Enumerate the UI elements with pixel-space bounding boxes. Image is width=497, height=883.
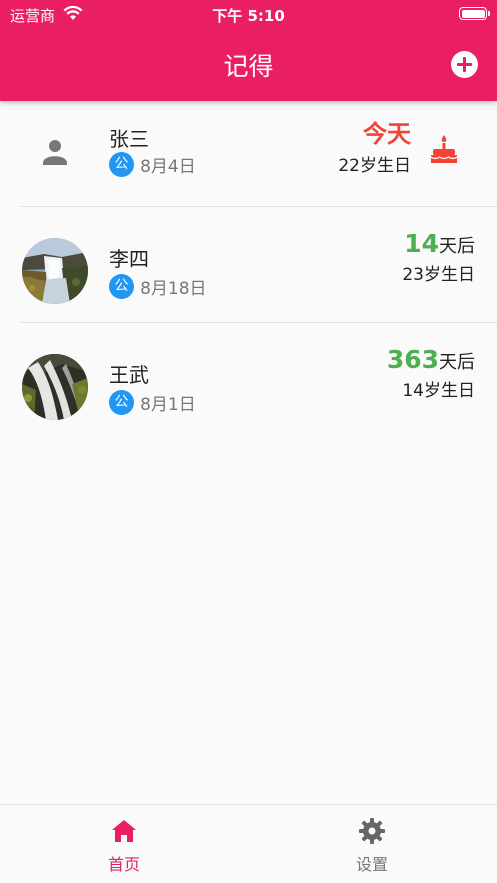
age-label: 14岁生日 <box>402 381 475 401</box>
cake-icon <box>430 135 458 163</box>
bottom-navigation: 首页 设置 <box>0 804 497 883</box>
age-label: 23岁生日 <box>402 265 475 285</box>
date-text: 8月18日 <box>140 279 207 299</box>
birthday-date: 公 8月18日 <box>109 274 207 300</box>
countdown: 363天后 14岁生日 <box>387 345 475 401</box>
calendar-badge: 公 <box>109 274 134 299</box>
contact-name: 张三 <box>109 127 149 151</box>
page-title: 记得 <box>223 52 274 81</box>
days-suffix: 天后 <box>439 236 475 257</box>
tab-home[interactable]: 首页 <box>0 805 248 883</box>
avatar <box>22 354 88 420</box>
birthday-date: 公 8月4日 <box>109 152 196 178</box>
status-time: 下午 5:10 <box>212 7 285 25</box>
tab-home-label: 首页 <box>107 855 140 874</box>
days-count: 363 <box>386 345 439 374</box>
days-count: 14 <box>404 229 439 258</box>
list-item[interactable]: 李四 公 8月18日 14天后 23岁生日 <box>0 207 497 323</box>
date-text: 8月1日 <box>140 395 196 415</box>
date-text: 8月4日 <box>140 157 196 177</box>
days-suffix: 天后 <box>439 352 475 373</box>
contact-list: 张三 公 8月4日 今天 22岁生日 李四 公 8月18日 14天后 23岁生日… <box>0 101 497 439</box>
gear-icon <box>359 818 385 844</box>
countdown: 14天后 23岁生日 <box>402 229 475 285</box>
tab-settings-label: 设置 <box>355 855 388 874</box>
app-bar: 运营商 下午 5:10 记得 <box>0 0 497 101</box>
contact-name: 李四 <box>109 247 149 271</box>
person-icon <box>22 119 88 185</box>
status-bar: 运营商 下午 5:10 <box>0 0 497 30</box>
age-label: 22岁生日 <box>338 156 411 176</box>
countdown: 今天 22岁生日 <box>338 114 411 176</box>
home-icon <box>112 820 136 842</box>
birthday-date: 公 8月1日 <box>109 390 196 416</box>
list-item[interactable]: 张三 公 8月4日 今天 22岁生日 <box>0 101 497 207</box>
list-item[interactable]: 王武 公 8月1日 363天后 14岁生日 <box>0 323 497 439</box>
tab-settings[interactable]: 设置 <box>248 805 496 883</box>
add-button[interactable] <box>451 51 478 78</box>
calendar-badge: 公 <box>109 390 134 415</box>
today-label: 今天 <box>363 120 411 148</box>
calendar-badge: 公 <box>109 152 134 177</box>
battery-icon <box>459 7 490 20</box>
contact-name: 王武 <box>109 363 149 387</box>
avatar <box>22 238 88 304</box>
